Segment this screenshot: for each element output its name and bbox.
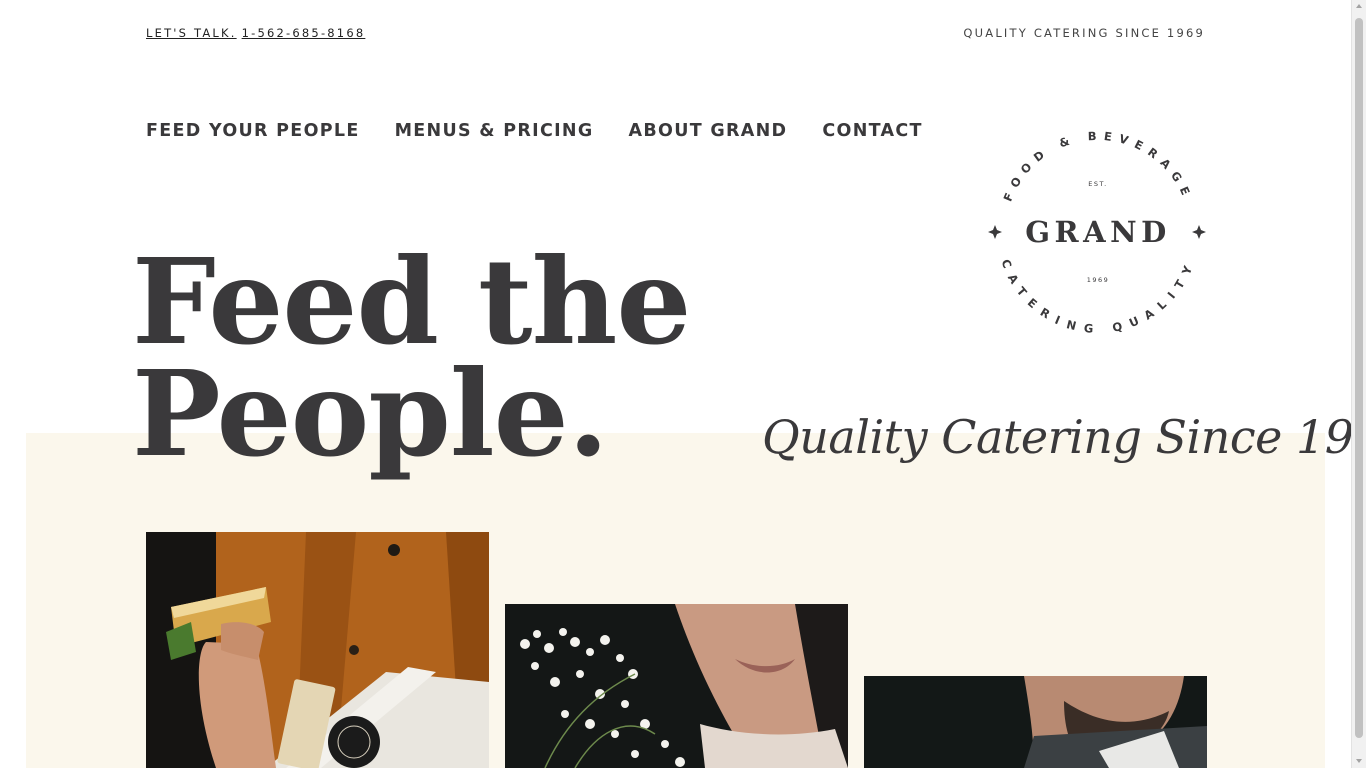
sandwich-photo <box>146 532 489 768</box>
sandwich-photo-icon <box>146 532 489 768</box>
page-scrollbar[interactable] <box>1351 0 1366 768</box>
contact-bar: LET'S TALK. 1-562-685-8168 <box>146 26 365 40</box>
scroll-up-icon[interactable] <box>1356 4 1362 8</box>
scroll-down-icon[interactable] <box>1356 759 1362 763</box>
logo-name: GRAND <box>1025 215 1171 249</box>
star-left-icon <box>988 225 1002 239</box>
nav-menus-pricing[interactable]: MENUS & PRICING <box>395 121 594 141</box>
logo-top-arc: FOOD & BEVERAGE <box>1000 129 1195 204</box>
babys-breath-photo <box>505 604 848 768</box>
grand-logo[interactable]: FOOD & BEVERAGE CATERING QUALITY EST. GR… <box>986 120 1210 344</box>
hero-line-1: Feed the <box>132 232 691 371</box>
babys-breath-photo-icon <box>505 604 848 768</box>
bearded-man-photo <box>864 676 1207 768</box>
nav-about-grand[interactable]: ABOUT GRAND <box>629 121 788 141</box>
nav-feed-your-people[interactable]: FEED YOUR PEOPLE <box>146 121 360 141</box>
hero-title: Feed the People. <box>132 232 691 483</box>
logo-bottom-arc: CATERING QUALITY <box>998 257 1197 336</box>
main-nav: FEED YOUR PEOPLE MENUS & PRICING ABOUT G… <box>146 121 923 141</box>
hero-line-2: People. <box>132 344 609 483</box>
page: LET'S TALK. 1-562-685-8168 QUALITY CATERI… <box>0 0 1351 768</box>
logo-est: EST. <box>1088 180 1108 188</box>
hero-script-tagline: Quality Catering Since 1969 <box>762 410 1351 464</box>
lets-talk-link[interactable]: LET'S TALK. <box>146 26 237 40</box>
scroll-thumb[interactable] <box>1355 18 1363 738</box>
star-right-icon <box>1192 225 1206 239</box>
logo-year: 1969 <box>1087 276 1110 284</box>
grand-seal-icon: FOOD & BEVERAGE CATERING QUALITY EST. GR… <box>988 129 1206 336</box>
nav-contact[interactable]: CONTACT <box>822 121 922 141</box>
phone-link[interactable]: 1-562-685-8168 <box>242 26 366 40</box>
tagline: QUALITY CATERING SINCE 1969 <box>963 26 1205 40</box>
bearded-man-photo-icon <box>864 676 1207 768</box>
